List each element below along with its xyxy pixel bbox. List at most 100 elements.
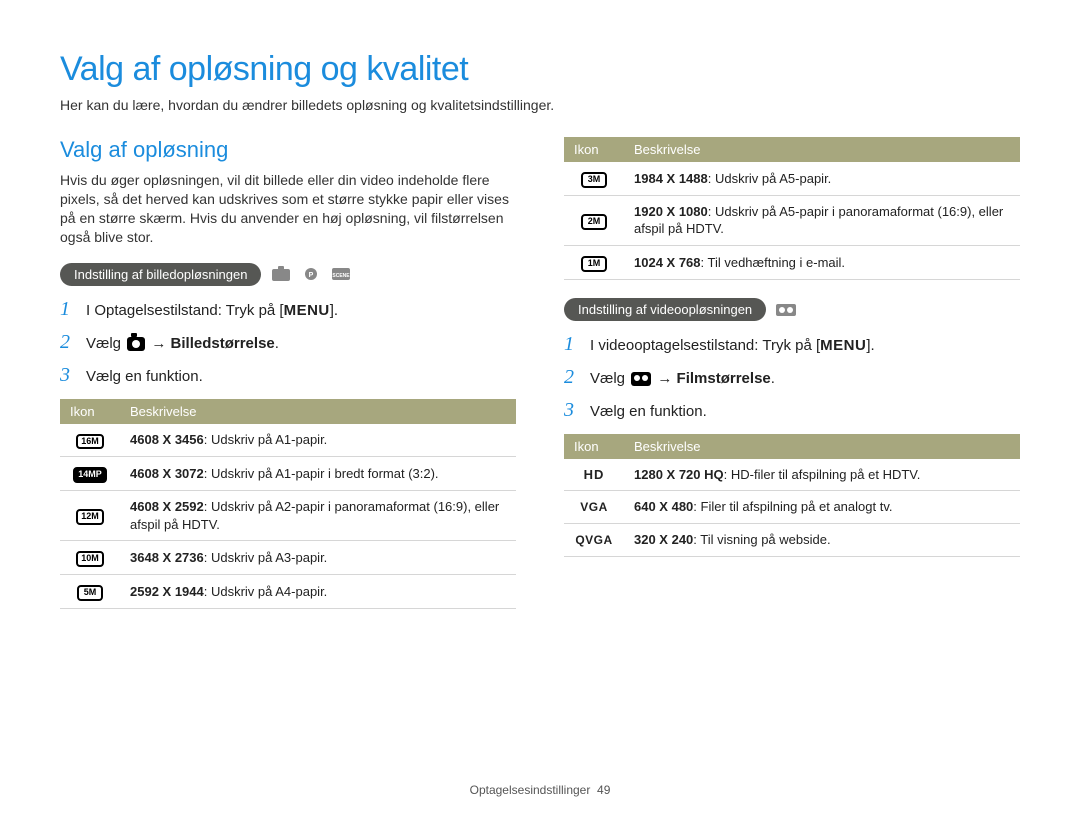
right-column: Ikon Beskrivelse 3M 1984 X 1488: Udskriv… bbox=[564, 137, 1020, 627]
video-step-3: 3 Vælg en funktion. bbox=[564, 399, 1020, 422]
table-header-icon: Ikon bbox=[564, 434, 624, 459]
resolution-icon: 3M bbox=[581, 172, 607, 188]
photo-step-2: 2 Vælg → Billedstørrelse. bbox=[60, 331, 516, 354]
resolution-desc: : Til vedhæftning i e-mail. bbox=[701, 255, 846, 270]
scene-mode-icon: SCENE bbox=[331, 266, 351, 282]
table-row: VGA 640 X 480: Filer til afspilning på e… bbox=[564, 491, 1020, 524]
table-row: HD 1280 X 720 HQ: HD-filer til afspilnin… bbox=[564, 459, 1020, 491]
resolution-value: 1280 X 720 HQ bbox=[634, 467, 724, 482]
footer-section-name: Optagelsesindstillinger bbox=[470, 783, 591, 797]
table-header-desc: Beskrivelse bbox=[624, 434, 1020, 459]
resolution-icon: 2M bbox=[581, 214, 607, 230]
resolution-value: 1920 X 1080 bbox=[634, 204, 708, 219]
table-row: 2M 1920 X 1080: Udskriv på A5-papir i pa… bbox=[564, 195, 1020, 245]
page-footer: Optagelsesindstillinger 49 bbox=[0, 783, 1080, 797]
photo-steps: 1 I Optagelsestilstand: Tryk på [MENU]. … bbox=[60, 298, 516, 387]
step-number: 3 bbox=[60, 364, 76, 387]
resolution-value: 4608 X 3456 bbox=[130, 432, 204, 447]
resolution-value: 4608 X 3072 bbox=[130, 466, 204, 481]
hd-icon: HD bbox=[584, 467, 605, 482]
table-row: 12M 4608 X 2592: Udskriv på A2-papir i p… bbox=[60, 491, 516, 541]
table-row: 16M 4608 X 3456: Udskriv på A1-papir. bbox=[60, 424, 516, 457]
arrow: → bbox=[657, 370, 672, 387]
step-number: 2 bbox=[60, 331, 76, 354]
smart-mode-icon bbox=[271, 266, 291, 282]
photo-resolution-table: Ikon Beskrivelse 16M 4608 X 3456: Udskri… bbox=[60, 399, 516, 610]
table-row: 1M 1024 X 768: Til vedhæftning i e-mail. bbox=[564, 245, 1020, 279]
resolution-value: 4608 X 2592 bbox=[130, 499, 204, 514]
svg-text:P: P bbox=[309, 272, 314, 279]
resolution-icon: 10M bbox=[76, 551, 104, 567]
section-title: Valg af opløsning bbox=[60, 137, 516, 163]
step-target: Billedstørrelse bbox=[171, 335, 275, 352]
step-number: 1 bbox=[60, 298, 76, 321]
table-header-desc: Beskrivelse bbox=[120, 399, 516, 424]
video-icon bbox=[631, 372, 651, 386]
resolution-desc: : Udskriv på A4-papir. bbox=[204, 584, 328, 599]
video-mode-icon bbox=[776, 301, 796, 317]
resolution-desc: : Udskriv på A5-papir. bbox=[708, 171, 832, 186]
video-step-2: 2 Vælg → Filmstørrelse. bbox=[564, 366, 1020, 389]
resolution-desc: : Filer til afspilning på et analogt tv. bbox=[693, 499, 892, 514]
photo-pill-row: Indstilling af billedopløsningen P SCENE bbox=[60, 263, 516, 286]
footer-page-number: 49 bbox=[597, 783, 610, 797]
vga-icon: VGA bbox=[580, 500, 608, 514]
resolution-value: 640 X 480 bbox=[634, 499, 693, 514]
table-header-icon: Ikon bbox=[564, 137, 624, 162]
svg-text:SCENE: SCENE bbox=[333, 273, 351, 279]
menu-button-label: MENU bbox=[284, 302, 330, 319]
step-number: 2 bbox=[564, 366, 580, 389]
resolution-value: 3648 X 2736 bbox=[130, 550, 204, 565]
step-text-post: ]. bbox=[866, 337, 874, 354]
video-pill-row: Indstilling af videoopløsningen bbox=[564, 298, 1020, 321]
resolution-icon: 1M bbox=[581, 256, 607, 272]
table-header-icon: Ikon bbox=[60, 399, 120, 424]
step-number: 1 bbox=[564, 333, 580, 356]
step-number: 3 bbox=[564, 399, 580, 422]
step-text-post: ]. bbox=[330, 302, 338, 319]
resolution-value: 320 X 240 bbox=[634, 532, 693, 547]
resolution-desc: : Til visning på webside. bbox=[693, 532, 830, 547]
resolution-icon: 16M bbox=[76, 434, 104, 450]
step-text: I videooptagelsestilstand: Tryk på [ bbox=[590, 337, 820, 354]
photo-step-3: 3 Vælg en funktion. bbox=[60, 364, 516, 387]
qvga-icon: QVGA bbox=[575, 533, 612, 547]
resolution-desc: : Udskriv på A1-papir i bredt format (3:… bbox=[204, 466, 439, 481]
step-text: Vælg en funktion. bbox=[86, 366, 516, 387]
resolution-desc: : HD-filer til afspilning på et HDTV. bbox=[724, 467, 921, 482]
step-verb: Vælg bbox=[86, 335, 121, 352]
video-resolution-pill: Indstilling af videoopløsningen bbox=[564, 298, 766, 321]
video-step-1: 1 I videooptagelsestilstand: Tryk på [ME… bbox=[564, 333, 1020, 356]
menu-button-label: MENU bbox=[820, 337, 866, 354]
table-row: 14MP 4608 X 3072: Udskriv på A1-papir i … bbox=[60, 457, 516, 491]
table-header-desc: Beskrivelse bbox=[624, 137, 1020, 162]
table-row: 3M 1984 X 1488: Udskriv på A5-papir. bbox=[564, 162, 1020, 195]
table-row: 10M 3648 X 2736: Udskriv på A3-papir. bbox=[60, 541, 516, 575]
resolution-value: 1024 X 768 bbox=[634, 255, 701, 270]
program-mode-icon: P bbox=[301, 266, 321, 282]
photo-resolution-table-cont: Ikon Beskrivelse 3M 1984 X 1488: Udskriv… bbox=[564, 137, 1020, 280]
resolution-value: 1984 X 1488 bbox=[634, 171, 708, 186]
table-row: 5M 2592 X 1944: Udskriv på A4-papir. bbox=[60, 575, 516, 609]
page-intro: Her kan du lære, hvordan du ændrer bille… bbox=[60, 97, 1020, 113]
resolution-icon: 12M bbox=[76, 509, 104, 525]
resolution-icon: 5M bbox=[77, 585, 103, 601]
resolution-value: 2592 X 1944 bbox=[130, 584, 204, 599]
camera-icon bbox=[127, 337, 145, 351]
photo-step-1: 1 I Optagelsestilstand: Tryk på [MENU]. bbox=[60, 298, 516, 321]
page-title: Valg af opløsning og kvalitet bbox=[60, 50, 1020, 89]
photo-resolution-pill: Indstilling af billedopløsningen bbox=[60, 263, 261, 286]
section-body: Hvis du øger opløsningen, vil dit billed… bbox=[60, 171, 516, 247]
table-row: QVGA 320 X 240: Til visning på webside. bbox=[564, 523, 1020, 556]
left-column: Valg af opløsning Hvis du øger opløsning… bbox=[60, 137, 516, 627]
resolution-desc: : Udskriv på A3-papir. bbox=[204, 550, 328, 565]
video-resolution-table: Ikon Beskrivelse HD 1280 X 720 HQ: HD-fi… bbox=[564, 434, 1020, 557]
step-verb: Vælg bbox=[590, 370, 625, 387]
step-text: Vælg en funktion. bbox=[590, 401, 1020, 422]
step-text: I Optagelsestilstand: Tryk på [ bbox=[86, 302, 284, 319]
video-steps: 1 I videooptagelsestilstand: Tryk på [ME… bbox=[564, 333, 1020, 422]
step-target: Filmstørrelse bbox=[677, 370, 771, 387]
arrow: → bbox=[151, 335, 166, 352]
resolution-icon: 14MP bbox=[73, 467, 107, 483]
resolution-desc: : Udskriv på A1-papir. bbox=[204, 432, 328, 447]
